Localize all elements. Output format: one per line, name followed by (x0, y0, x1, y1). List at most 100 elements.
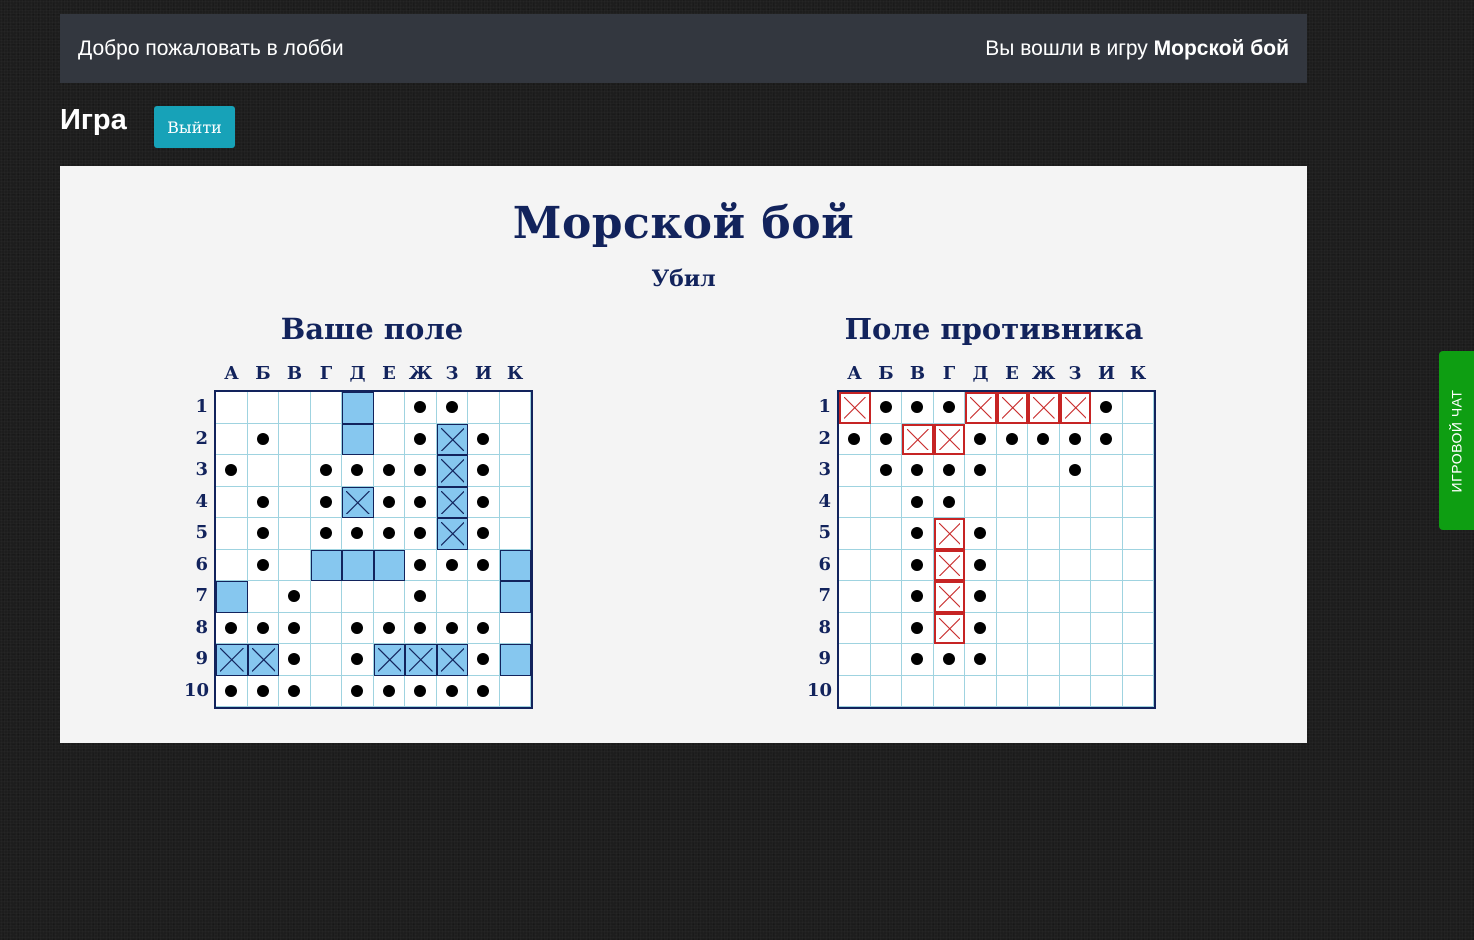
enemy-field-cell[interactable] (1091, 675, 1123, 707)
enemy-field-cell-miss[interactable] (933, 486, 965, 518)
enemy-field-cell-miss[interactable] (902, 392, 934, 424)
enemy-field-cell[interactable] (839, 455, 871, 487)
enemy-field-cell-hit[interactable] (839, 392, 871, 424)
enemy-field-cell[interactable] (1091, 644, 1123, 676)
enemy-field-cell[interactable] (839, 486, 871, 518)
enemy-field-cell[interactable] (1122, 392, 1154, 424)
enemy-field-cell-miss[interactable] (1059, 423, 1091, 455)
enemy-field-cell[interactable] (870, 486, 902, 518)
enemy-field-cell[interactable] (1028, 455, 1060, 487)
enemy-field-cell[interactable] (1091, 518, 1123, 550)
enemy-field-cell-miss[interactable] (902, 612, 934, 644)
enemy-field-cell[interactable] (1091, 581, 1123, 613)
enemy-field-cell-hit[interactable] (933, 423, 965, 455)
enemy-field-cell-miss[interactable] (902, 455, 934, 487)
enemy-field-cell[interactable] (870, 549, 902, 581)
enemy-field-cell[interactable] (1059, 644, 1091, 676)
enemy-field-cell[interactable] (1028, 518, 1060, 550)
enemy-field-cell-miss[interactable] (996, 423, 1028, 455)
enemy-field-cell[interactable] (1028, 612, 1060, 644)
enemy-field-cell-miss[interactable] (902, 644, 934, 676)
enemy-field-cell-hit[interactable] (996, 392, 1028, 424)
enemy-field-cell[interactable] (870, 675, 902, 707)
enemy-field-cell-miss[interactable] (870, 455, 902, 487)
enemy-field-cell[interactable] (1091, 549, 1123, 581)
enemy-field-cell[interactable] (1059, 612, 1091, 644)
enemy-field-cell[interactable] (839, 675, 871, 707)
enemy-field-cell-miss[interactable] (902, 486, 934, 518)
enemy-field-cell-miss[interactable] (965, 455, 997, 487)
enemy-field-cell[interactable] (996, 549, 1028, 581)
enemy-field-cell-miss[interactable] (965, 612, 997, 644)
enemy-field-cell[interactable] (965, 486, 997, 518)
enemy-field-cell[interactable] (1091, 455, 1123, 487)
enemy-field-cell[interactable] (1122, 486, 1154, 518)
enemy-field-cell[interactable] (996, 518, 1028, 550)
enemy-field-cell[interactable] (1091, 612, 1123, 644)
enemy-field-cell[interactable] (839, 644, 871, 676)
enemy-field-cell-miss[interactable] (1091, 423, 1123, 455)
exit-button[interactable]: Выйти (154, 106, 235, 148)
enemy-field-cell[interactable] (1059, 581, 1091, 613)
enemy-field-cell-miss[interactable] (902, 549, 934, 581)
enemy-field-cell[interactable] (1122, 518, 1154, 550)
enemy-field-cell[interactable] (1059, 549, 1091, 581)
enemy-field-cell-miss[interactable] (933, 644, 965, 676)
enemy-field-cell-miss[interactable] (965, 549, 997, 581)
enemy-field-cell-hit[interactable] (933, 612, 965, 644)
enemy-field-cell[interactable] (1028, 675, 1060, 707)
enemy-field-cell[interactable] (870, 644, 902, 676)
enemy-field-cell[interactable] (839, 581, 871, 613)
enemy-field-cell[interactable] (1091, 486, 1123, 518)
enemy-field-cell[interactable] (996, 675, 1028, 707)
enemy-field-cell[interactable] (1028, 581, 1060, 613)
enemy-field-cell[interactable] (1122, 423, 1154, 455)
enemy-field-cell[interactable] (1122, 549, 1154, 581)
enemy-field-cell[interactable] (839, 518, 871, 550)
enemy-field-cell-hit[interactable] (1059, 392, 1091, 424)
enemy-field-cell-hit[interactable] (933, 518, 965, 550)
enemy-field-cell-miss[interactable] (1028, 423, 1060, 455)
enemy-field-cell[interactable] (1028, 549, 1060, 581)
enemy-field-cell-miss[interactable] (933, 392, 965, 424)
enemy-field-cell-hit[interactable] (1028, 392, 1060, 424)
enemy-field-cell-hit[interactable] (933, 581, 965, 613)
enemy-field-cell[interactable] (965, 675, 997, 707)
enemy-field-cell-hit[interactable] (965, 392, 997, 424)
game-chat-tab[interactable]: ИГРОВОЙ ЧАТ (1439, 351, 1474, 530)
enemy-field-cell[interactable] (996, 455, 1028, 487)
enemy-field-cell[interactable] (996, 486, 1028, 518)
enemy-field-cell-miss[interactable] (870, 423, 902, 455)
enemy-field-cell-miss[interactable] (965, 581, 997, 613)
enemy-field-cell[interactable] (1122, 644, 1154, 676)
enemy-field-cell[interactable] (1028, 486, 1060, 518)
enemy-field-cell[interactable] (1122, 612, 1154, 644)
enemy-field-cell-miss[interactable] (965, 644, 997, 676)
enemy-field-cell[interactable] (870, 581, 902, 613)
enemy-field-cell[interactable] (870, 518, 902, 550)
enemy-field-cell[interactable] (839, 549, 871, 581)
enemy-field-cell[interactable] (870, 612, 902, 644)
enemy-field-cell-miss[interactable] (965, 423, 997, 455)
enemy-field-cell[interactable] (1122, 455, 1154, 487)
enemy-field-cell[interactable] (1059, 675, 1091, 707)
enemy-field-cell-miss[interactable] (902, 518, 934, 550)
enemy-field-cell[interactable] (839, 612, 871, 644)
enemy-field-cell[interactable] (1028, 644, 1060, 676)
enemy-field-cell[interactable] (1059, 486, 1091, 518)
enemy-field-cell-miss[interactable] (1091, 392, 1123, 424)
enemy-field-cell-miss[interactable] (933, 455, 965, 487)
enemy-field-cell-miss[interactable] (839, 423, 871, 455)
enemy-field-cell-miss[interactable] (965, 518, 997, 550)
enemy-field-cell-miss[interactable] (902, 581, 934, 613)
enemy-field-cell[interactable] (996, 644, 1028, 676)
enemy-field-cell-miss[interactable] (870, 392, 902, 424)
enemy-field-cell[interactable] (933, 675, 965, 707)
enemy-field-cell[interactable] (996, 581, 1028, 613)
enemy-field-cell[interactable] (1122, 581, 1154, 613)
enemy-field-cell-miss[interactable] (1059, 455, 1091, 487)
enemy-field-cell[interactable] (1122, 675, 1154, 707)
enemy-field-cell[interactable] (996, 612, 1028, 644)
enemy-field-cell-hit[interactable] (902, 423, 934, 455)
enemy-field-cell[interactable] (1059, 518, 1091, 550)
